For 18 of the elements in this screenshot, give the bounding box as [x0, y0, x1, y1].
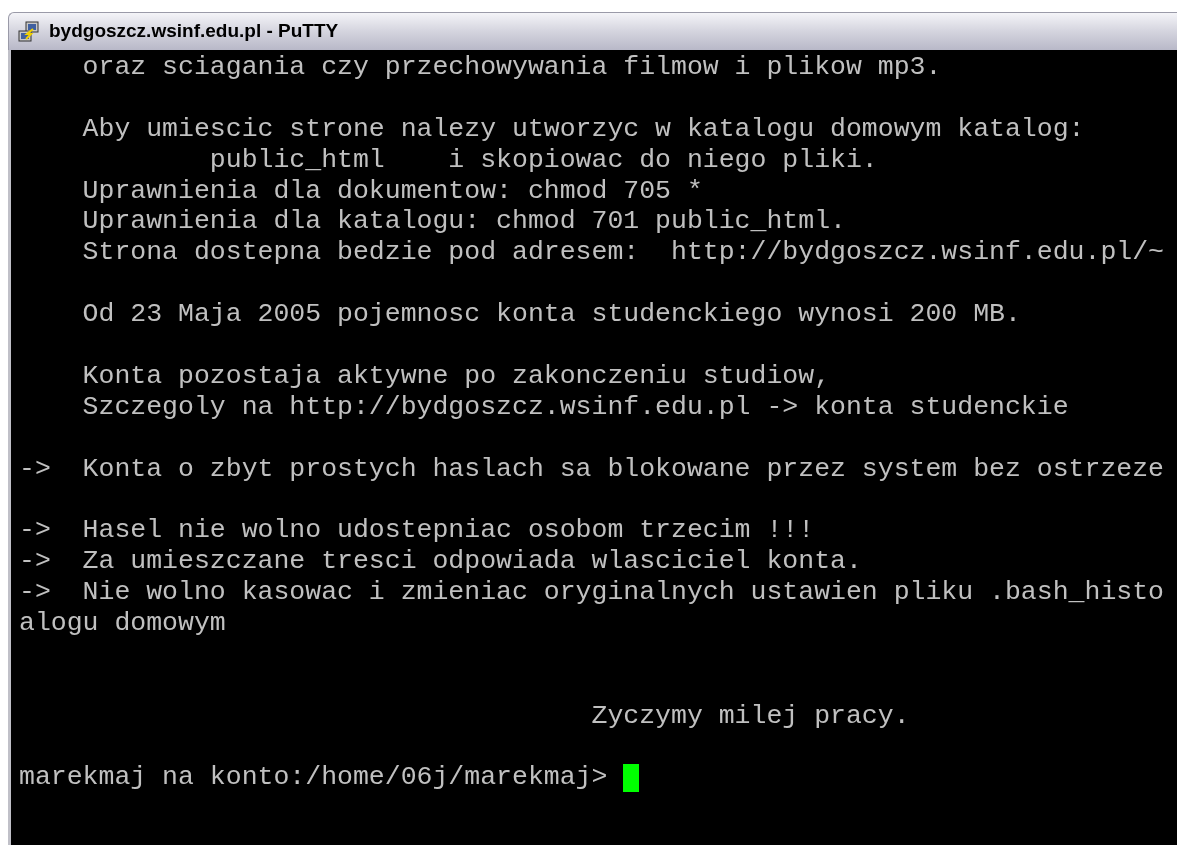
terminal-line: public_html i skopiowac do niego pliki.	[208, 144, 878, 175]
terminal-line: -> Konta o zbyt prostych haslach sa blokowane przez system bez ostrzeze	[19, 453, 1164, 484]
shell-prompt: marekmaj na konto:/home/06j/marekmaj>	[19, 762, 609, 794]
terminal-line: -> Hasel nie wolno udostepniac osobom trzecim !!!	[19, 515, 815, 546]
terminal-line: oraz sciagania czy przechowywania filmow i plikow mp3.	[81, 52, 942, 82]
window-title: bydgoszcz.wsinf.edu.pl - PuTTY	[49, 19, 339, 44]
terminal-line: Szczegoly na http://bydgoszcz.wsinf.edu.pl -> konta studenckie	[81, 391, 1069, 422]
terminal-line: Konta pozostaja aktywne po zakonczeniu studiow,	[81, 360, 831, 391]
terminal-line: Strona dostepna bedzie pod adresem: http://bydgoszcz.wsinf.edu.pl/~	[81, 237, 1164, 268]
terminal-line: alogu domowym	[19, 608, 226, 639]
terminal-line: Od 23 Maja 2005 pojemnosc konta studenckiego wynosi 200 MB.	[81, 299, 1021, 330]
terminal-line: Uprawnienia dla dokumentow: chmod 705 *	[81, 175, 703, 206]
terminal-line: Zyczymy milej pracy.	[590, 700, 910, 731]
terminal-line: -> Nie wolno kasowac i zmieniac oryginalnych ustawien pliku .bash_histo	[19, 577, 1164, 608]
terminal-line: Aby umiescic strone nalezy utworzyc w katalogu domowym katalog:	[81, 113, 1085, 144]
terminal-line: Uprawnienia dla katalogu: chmod 701 public_html.	[81, 206, 846, 237]
terminal-line: -> Za umieszczane tresci odpowiada wlasciciel konta.	[19, 546, 862, 577]
network-computers-icon	[17, 19, 41, 44]
